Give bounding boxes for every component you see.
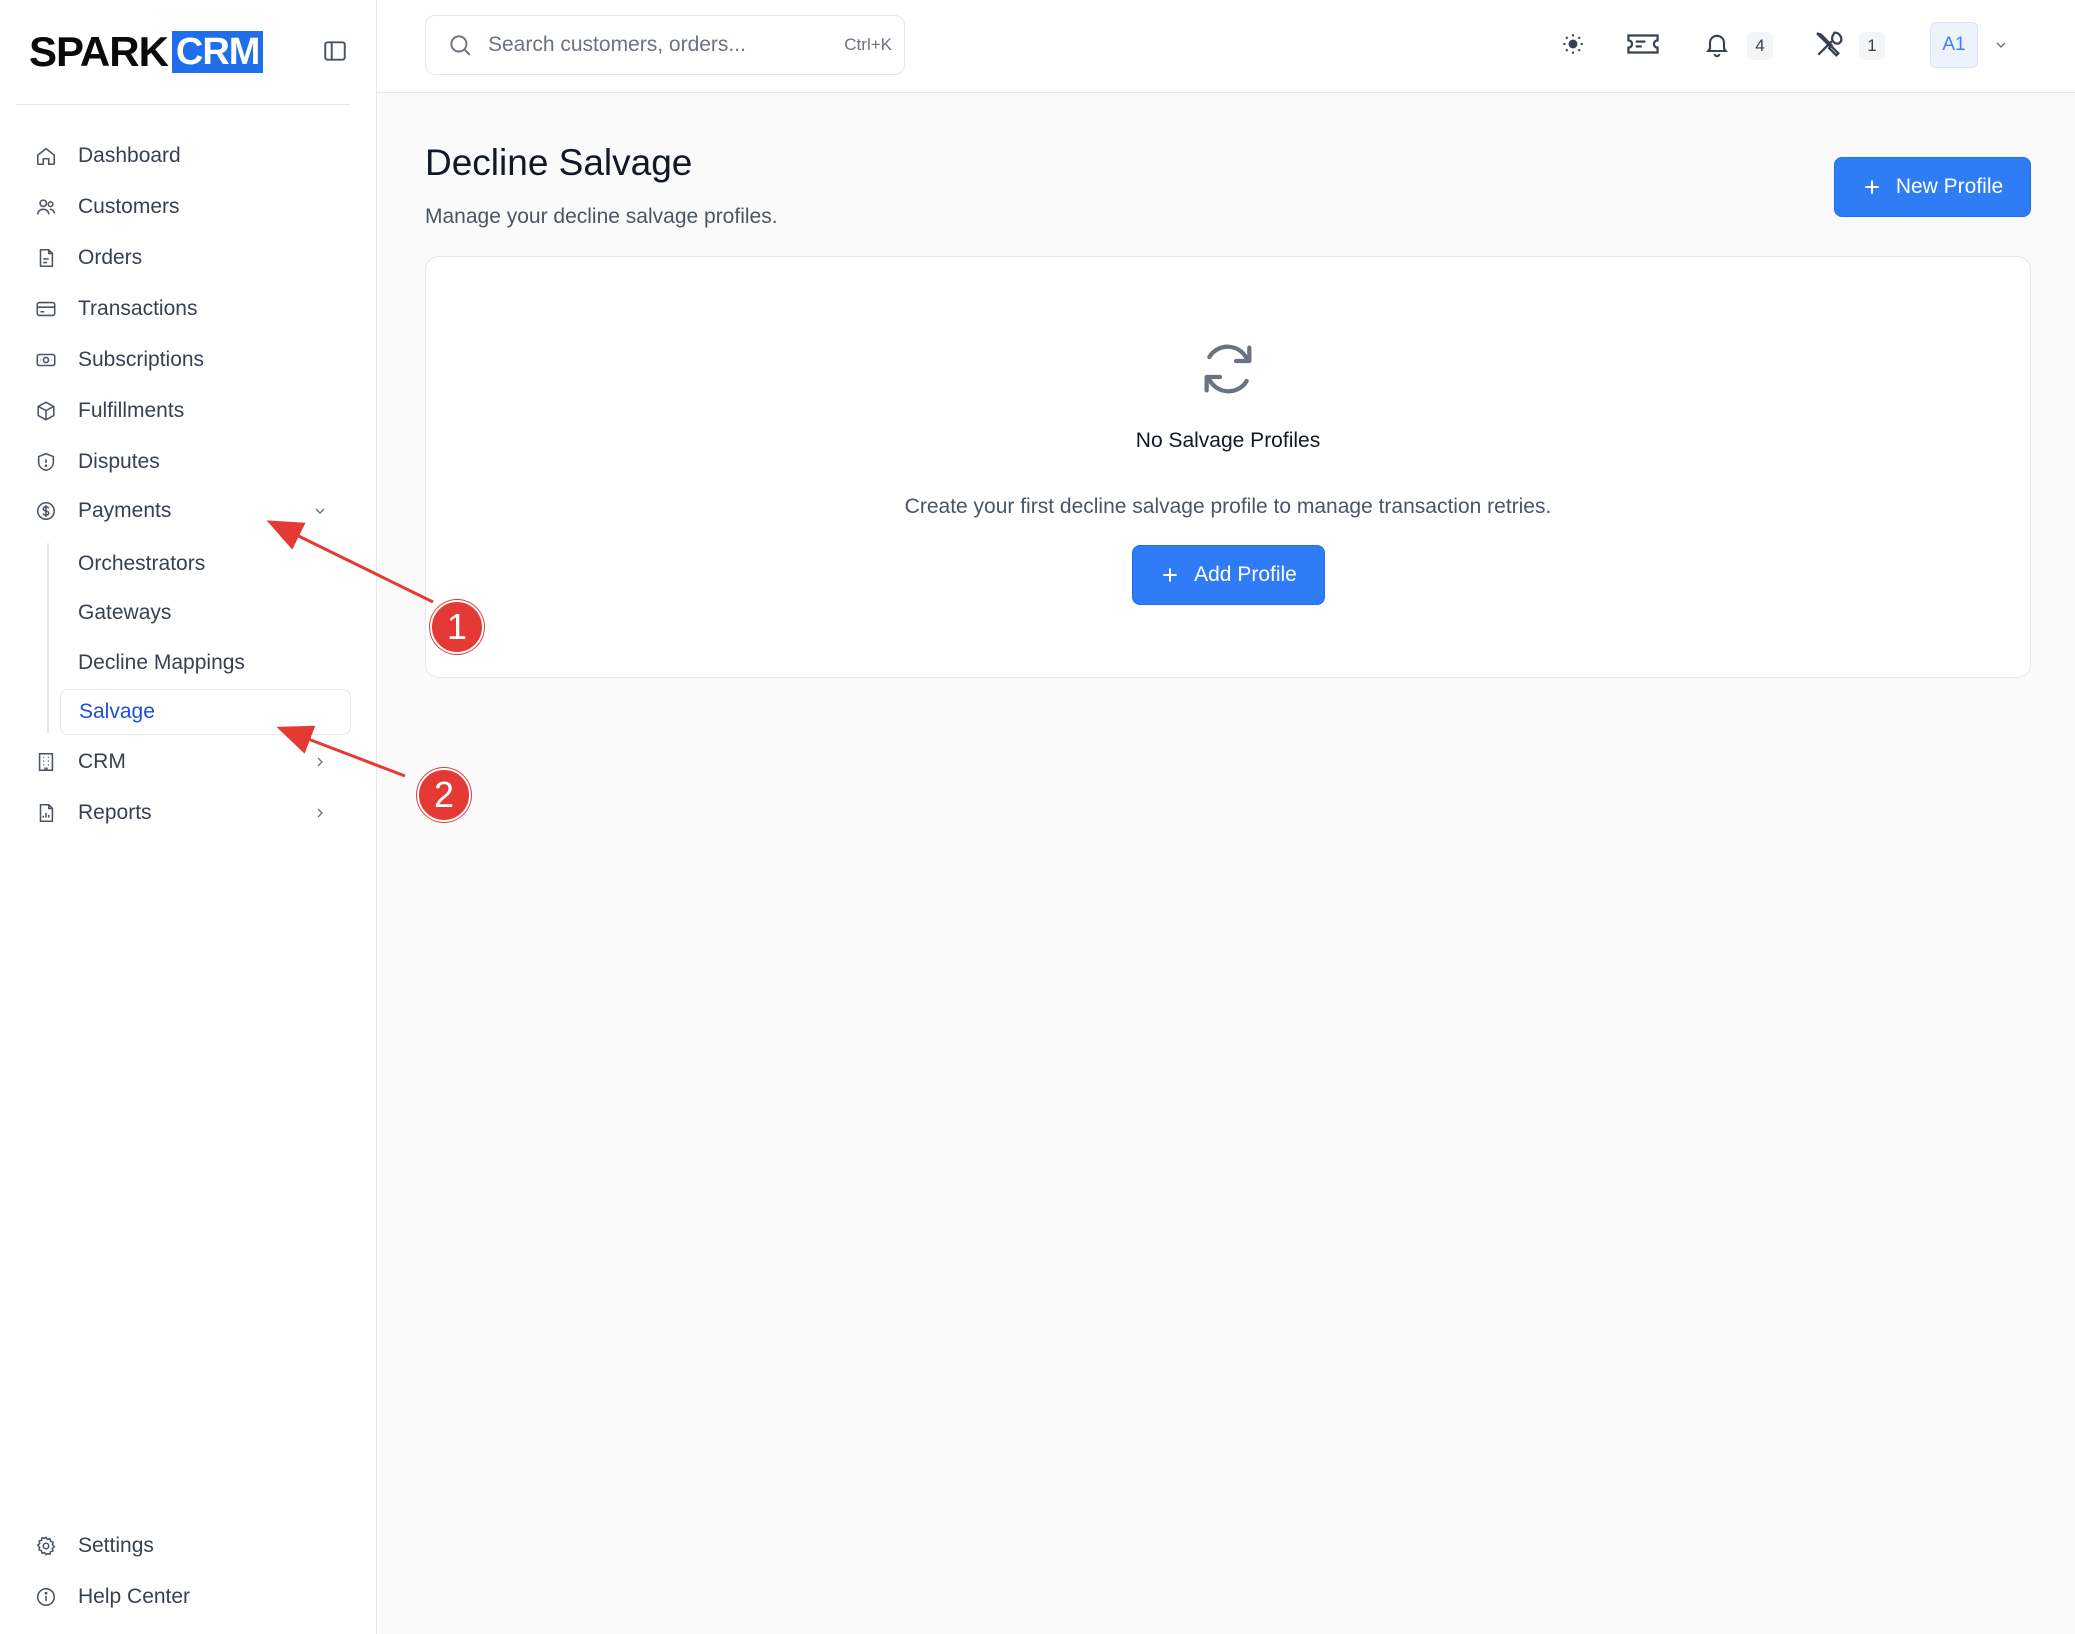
report-file-icon <box>34 801 58 825</box>
sidebar-item-reports[interactable]: Reports <box>34 791 350 835</box>
empty-state-description: Create your first decline salvage profil… <box>904 495 1552 518</box>
sidebar-item-label: CRM <box>78 750 126 773</box>
chevron-down-icon[interactable] <box>1990 34 2012 56</box>
brand-logo-spark: SPARK <box>29 28 169 75</box>
logo-row: SPARK CRM <box>16 0 350 105</box>
submenu-guide-line <box>47 543 49 733</box>
sidebar-item-subscriptions[interactable]: Subscriptions <box>34 338 350 382</box>
package-icon <box>34 399 58 423</box>
home-icon <box>34 144 58 168</box>
tools-icon[interactable] <box>1811 26 1847 62</box>
plus-icon <box>1160 565 1180 585</box>
annotation-marker-1: 1 <box>430 600 484 654</box>
sidebar-subitem-orchestrators[interactable]: Orchestrators <box>60 541 351 587</box>
sidebar-item-payments[interactable]: Payments <box>34 489 350 533</box>
sidebar-toggle-icon[interactable] <box>320 36 350 66</box>
plus-icon <box>1862 177 1882 197</box>
notifications-count-badge: 4 <box>1747 32 1773 60</box>
users-icon <box>34 195 58 219</box>
new-profile-button[interactable]: New Profile <box>1834 157 2031 217</box>
topbar: Search customers, orders... Ctrl+K 4 1 A… <box>377 0 2075 93</box>
sidebar-item-label: Reports <box>78 801 152 824</box>
sidebar-item-label: Transactions <box>78 297 198 320</box>
page-subtitle: Manage your decline salvage profiles. <box>425 205 778 228</box>
sidebar-item-label: Orders <box>78 246 143 269</box>
sun-icon[interactable] <box>1555 26 1591 62</box>
sidebar-item-disputes[interactable]: Disputes <box>34 440 350 484</box>
search-shortcut: Ctrl+K <box>844 35 892 54</box>
dollar-circle-icon <box>34 499 58 523</box>
credit-card-icon <box>34 297 58 321</box>
sidebar-subitem-salvage[interactable]: Salvage <box>60 689 351 735</box>
sidebar-item-label: Disputes <box>78 450 160 473</box>
file-icon <box>34 246 58 270</box>
sidebar-item-transactions[interactable]: Transactions <box>34 287 350 331</box>
refresh-icon <box>1196 337 1260 401</box>
brand-logo[interactable]: SPARK CRM <box>29 28 264 75</box>
sidebar-item-help-center[interactable]: Help Center <box>34 1575 350 1619</box>
sidebar: SPARK CRM Dashboard Customers Orders Tra… <box>0 0 377 1634</box>
tools-count-badge: 1 <box>1859 32 1885 60</box>
info-icon <box>34 1585 58 1609</box>
sidebar-item-label: Help Center <box>78 1585 191 1608</box>
ticket-icon[interactable] <box>1625 26 1661 62</box>
chevron-down-icon <box>310 501 330 521</box>
sidebar-item-fulfillments[interactable]: Fulfillments <box>34 389 350 433</box>
brand-logo-crm: CRM <box>171 31 264 73</box>
empty-state-title: No Salvage Profiles <box>1135 429 1321 452</box>
new-profile-label: New Profile <box>1895 175 2004 198</box>
building-icon <box>34 750 58 774</box>
banknote-icon <box>34 348 58 372</box>
sidebar-item-orders[interactable]: Orders <box>34 236 350 280</box>
shield-icon <box>34 450 58 474</box>
sidebar-subitem-gateways[interactable]: Gateways <box>60 590 351 636</box>
sidebar-item-label: Customers <box>78 195 180 218</box>
chevron-right-icon <box>310 752 330 772</box>
bell-icon[interactable] <box>1699 26 1735 62</box>
sidebar-subitem-decline-mappings[interactable]: Decline Mappings <box>60 640 351 686</box>
page-title: Decline Salvage <box>425 142 693 183</box>
search-input[interactable]: Search customers, orders... Ctrl+K <box>425 15 905 75</box>
sidebar-item-dashboard[interactable]: Dashboard <box>34 134 350 178</box>
sidebar-item-settings[interactable]: Settings <box>34 1524 350 1568</box>
add-profile-label: Add Profile <box>1194 563 1297 586</box>
gear-icon <box>34 1534 58 1558</box>
sidebar-item-label: Fulfillments <box>78 399 185 422</box>
search-icon <box>446 31 474 59</box>
empty-state-card: No Salvage Profiles Create your first de… <box>425 256 2031 678</box>
add-profile-button[interactable]: Add Profile <box>1132 545 1325 605</box>
sidebar-item-label: Dashboard <box>78 144 181 167</box>
sidebar-item-label: Settings <box>78 1534 154 1557</box>
chevron-right-icon <box>310 803 330 823</box>
sidebar-item-customers[interactable]: Customers <box>34 185 350 229</box>
sidebar-item-label: Payments <box>78 499 172 522</box>
sidebar-item-crm[interactable]: CRM <box>34 740 350 784</box>
annotation-marker-2: 2 <box>417 768 471 822</box>
avatar[interactable]: A1 <box>1930 22 1978 68</box>
sidebar-item-label: Subscriptions <box>78 348 205 371</box>
search-placeholder: Search customers, orders... <box>488 33 746 56</box>
